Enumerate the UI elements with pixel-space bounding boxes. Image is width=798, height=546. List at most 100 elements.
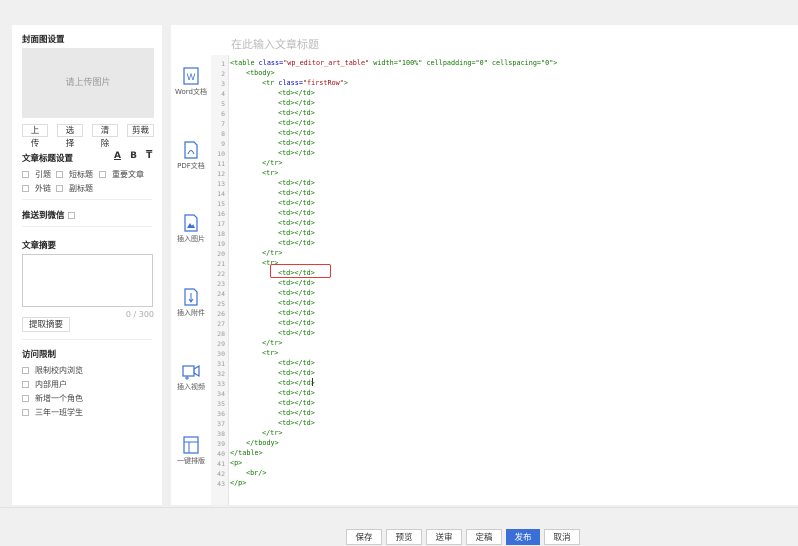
option-lead-title[interactable]: 引题 <box>22 169 51 180</box>
access-option[interactable]: 内部用户 <box>22 379 67 390</box>
code-line: <td></td> <box>278 279 315 287</box>
finalize-button[interactable]: 定稿 <box>466 529 502 545</box>
line-number: 27 <box>217 320 225 328</box>
line-number: 42 <box>217 470 225 478</box>
option-label: 外链 <box>35 184 51 193</box>
code-line: <td></td> <box>278 209 315 217</box>
tool-auto-format[interactable]: 一键排版 <box>171 436 211 466</box>
code-tag: <td></td> <box>278 109 315 117</box>
line-number: 17 <box>217 220 225 228</box>
code-tag: <tbody> <box>246 69 275 77</box>
checkbox[interactable] <box>56 185 63 192</box>
code-attr: class= <box>258 59 284 67</box>
code-tag: </tr> <box>262 339 283 347</box>
line-number: 2 <box>221 70 225 78</box>
code-tag: <tr> <box>262 169 279 177</box>
code-line: </tr> <box>262 249 282 257</box>
checkbox[interactable] <box>67 211 75 219</box>
select-button[interactable]: 选择 <box>57 124 83 149</box>
line-number: 19 <box>217 240 225 248</box>
access-option[interactable]: 限制校内浏览 <box>22 365 83 376</box>
cover-upload-area[interactable]: 请上传图片 <box>22 48 154 118</box>
access-heading: 访问限制 <box>22 350 57 360</box>
save-button[interactable]: 保存 <box>346 529 382 545</box>
checkbox[interactable] <box>22 171 29 178</box>
checkbox[interactable] <box>22 381 29 388</box>
tool-label: Word文档 <box>175 88 207 96</box>
upload-button[interactable]: 上传 <box>22 124 48 149</box>
submit-review-button[interactable]: 送审 <box>426 529 462 545</box>
code-tag: <td></td> <box>278 379 315 387</box>
line-number: 5 <box>221 100 225 108</box>
code-line: <td></td> <box>278 299 315 307</box>
bold-icon[interactable]: B <box>130 151 137 161</box>
code-tag: <td></td> <box>278 299 315 307</box>
line-number: 8 <box>221 130 225 138</box>
code-tag: <td></td> <box>278 289 315 297</box>
option-label: 新增一个角色 <box>35 394 83 403</box>
checkbox[interactable] <box>22 185 29 192</box>
code-tag: </tr> <box>262 429 283 437</box>
tool-pdf[interactable]: PDF文档 <box>171 141 211 171</box>
code-line: <td></td> <box>278 399 315 407</box>
code-tag: </table> <box>230 449 263 457</box>
code-line: <td></td> <box>278 289 315 297</box>
tool-word[interactable]: W Word文档 <box>171 67 211 97</box>
code-tag: <td></td> <box>278 309 315 317</box>
underline-icon[interactable]: A <box>114 151 121 161</box>
line-number: 3 <box>221 80 225 88</box>
code-value: "firstRow" <box>302 79 344 87</box>
word-doc-icon: W <box>183 67 199 85</box>
crop-button[interactable]: 剪裁 <box>127 124 154 137</box>
line-number: 6 <box>221 110 225 118</box>
tool-image[interactable]: 插入图片 <box>171 214 211 244</box>
line-number: 21 <box>217 260 225 268</box>
cancel-button[interactable]: 取消 <box>544 529 580 545</box>
code-tag: <br/> <box>246 469 267 477</box>
code-line: <td></td> <box>278 379 315 387</box>
clear-button[interactable]: 清除 <box>92 124 118 149</box>
option-subtitle[interactable]: 副标题 <box>56 183 93 194</box>
line-number: 23 <box>217 280 225 288</box>
line-number: 31 <box>217 360 225 368</box>
access-option[interactable]: 新增一个角色 <box>22 393 83 404</box>
code-tag: <p> <box>230 459 243 467</box>
tool-video[interactable]: 插入视频 <box>171 362 211 392</box>
checkbox[interactable] <box>56 171 63 178</box>
tool-label: 插入图片 <box>177 235 205 243</box>
line-number: 39 <box>217 440 225 448</box>
code-tag: <td></td> <box>278 209 315 217</box>
tool-attachment[interactable]: 插入附件 <box>171 288 211 318</box>
code-line: <td></td> <box>278 419 315 427</box>
preview-button[interactable]: 预览 <box>386 529 422 545</box>
checkbox[interactable] <box>22 367 29 374</box>
access-option[interactable]: 三年一班学生 <box>22 407 83 418</box>
code-tag: </tr> <box>262 159 283 167</box>
code-line: </tr> <box>262 159 282 167</box>
checkbox[interactable] <box>22 409 29 416</box>
option-external-link[interactable]: 外链 <box>22 183 51 194</box>
bottom-action-bar: 保存 预览 送审 定稿 发布 取消 <box>0 507 798 545</box>
summary-textarea[interactable] <box>22 254 153 307</box>
code-line: <tr> <box>262 349 278 357</box>
publish-button[interactable]: 发布 <box>506 529 540 545</box>
code-tag: <td></td> <box>278 189 315 197</box>
code-line: <td></td> <box>278 239 315 247</box>
code-tag: <td></td> <box>278 239 315 247</box>
option-important[interactable]: 重要文章 <box>99 169 144 180</box>
code-line: <br/> <box>246 469 266 477</box>
line-number: 15 <box>217 200 225 208</box>
checkbox[interactable] <box>22 395 29 402</box>
article-title-input[interactable]: 在此输入文章标题 <box>231 36 319 52</box>
option-short-title[interactable]: 短标题 <box>56 169 93 180</box>
code-tag: <td></td> <box>278 279 315 287</box>
line-number: 25 <box>217 300 225 308</box>
strikethrough-icon[interactable]: T <box>146 151 152 161</box>
checkbox[interactable] <box>99 171 106 178</box>
code-tag: <td></td> <box>278 389 315 397</box>
code-line: <td></td> <box>278 89 315 97</box>
extract-summary-button[interactable]: 提取摘要 <box>22 317 70 332</box>
code-tag: <tr> <box>262 349 279 357</box>
push-wechat[interactable]: 推送到微信 <box>22 209 81 221</box>
svg-text:W: W <box>187 72 196 82</box>
